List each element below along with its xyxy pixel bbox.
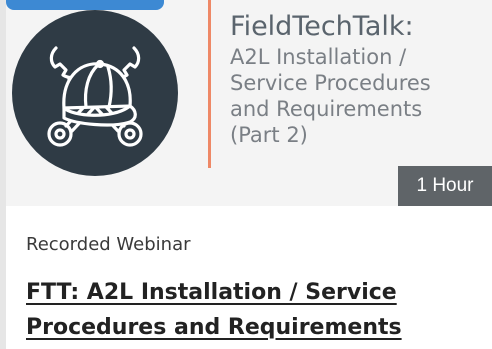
thumbnail-subtitle-line: (Part 2) — [230, 123, 308, 147]
duration-badge: 1 Hour — [398, 166, 492, 206]
category-tab — [6, 0, 164, 10]
course-title-line[interactable]: Procedures and Requirements — [26, 310, 466, 345]
fieldtechtalk-logo — [12, 10, 178, 176]
thumbnail-subtitle-line: A2L Installation / — [230, 45, 407, 69]
thumbnail-brand: FieldTechTalk: — [230, 11, 414, 42]
content-type-label: Recorded Webinar — [26, 234, 191, 255]
thumbnail-subtitle-line: and Requirements — [230, 97, 423, 121]
accent-divider — [208, 0, 211, 168]
course-title-link[interactable]: FTT: A2L Installation / Service Procedur… — [26, 275, 466, 345]
tech-cap-wrenches-icon — [47, 46, 143, 147]
course-title-line[interactable]: FTT: A2L Installation / Service — [26, 275, 466, 310]
webinar-thumbnail[interactable]: FieldTechTalk: A2L Installation / Servic… — [6, 0, 492, 206]
thumbnail-subtitle-line: Service Procedures — [230, 71, 431, 95]
webinar-card[interactable]: FieldTechTalk: A2L Installation / Servic… — [6, 0, 492, 349]
thumbnail-subtitle: A2L Installation / Service Procedures an… — [230, 44, 492, 148]
